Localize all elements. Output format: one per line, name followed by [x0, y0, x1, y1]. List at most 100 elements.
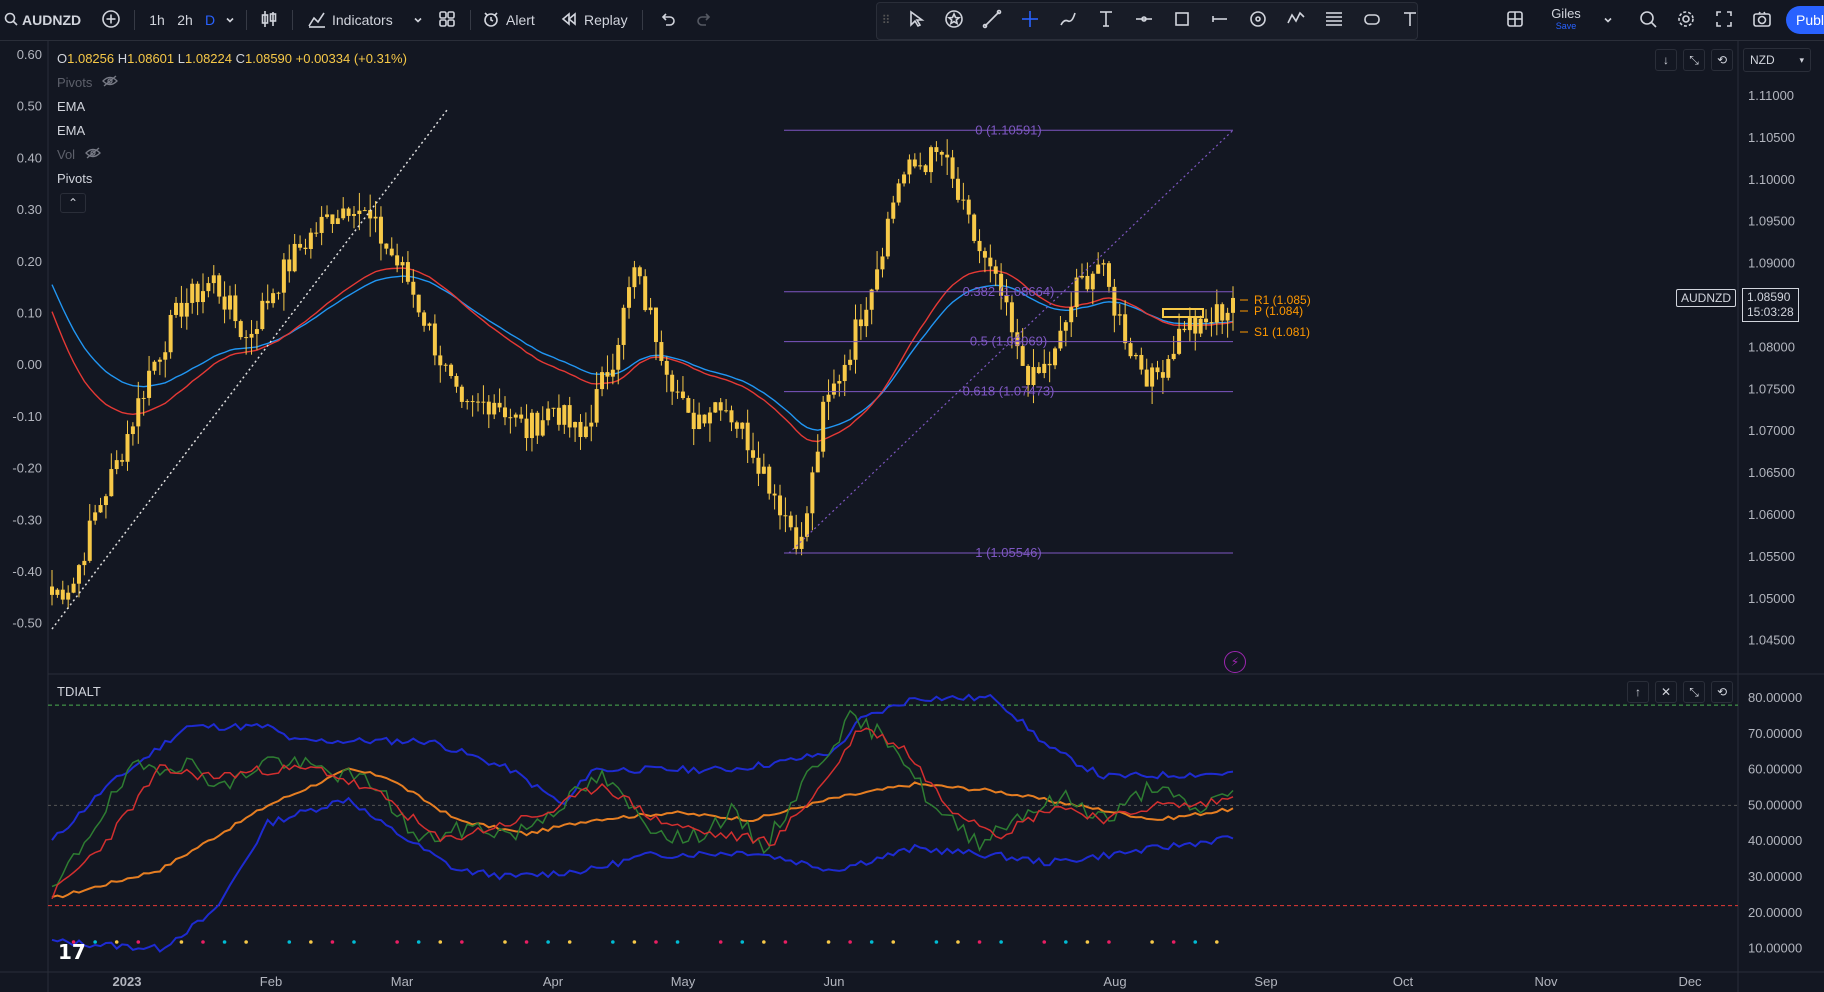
candle-body: [157, 359, 162, 362]
pane-down-button[interactable]: ↓: [1655, 49, 1677, 71]
interval-2h[interactable]: 2h: [172, 0, 198, 40]
interval-label: D: [204, 12, 216, 28]
indicators-label: Indicators: [332, 12, 393, 28]
study-ema-2[interactable]: EMA: [57, 123, 85, 138]
eye-off-icon[interactable]: [84, 147, 101, 162]
redo-button[interactable]: [692, 0, 718, 40]
signal-dot: [136, 940, 141, 944]
interval-d[interactable]: D: [200, 0, 220, 40]
candle-body: [378, 216, 383, 244]
candle-body: [675, 391, 680, 393]
oscillator-up-button[interactable]: ↑: [1627, 681, 1649, 703]
collapse-legend-button[interactable]: ⌃: [60, 193, 86, 213]
chart-type-button[interactable]: [256, 0, 282, 40]
oscillator-reset-button[interactable]: ⟲: [1711, 681, 1733, 703]
publish-label: Publ: [1796, 12, 1824, 28]
crosshair-tool[interactable]: [1016, 0, 1044, 40]
candle-body: [869, 289, 874, 310]
left-axis-label: 0.20: [17, 254, 42, 269]
candle-body: [1117, 314, 1122, 316]
rewind-icon: [560, 10, 578, 31]
candle-body: [190, 283, 195, 303]
candle-body: [244, 337, 249, 339]
currency-select[interactable]: NZD ▾: [1743, 48, 1811, 72]
chevron-down-icon: ▾: [1799, 54, 1804, 65]
candle-body: [955, 178, 960, 200]
rectangle-tool[interactable]: [1168, 0, 1196, 40]
pane-reset-button[interactable]: ⟲: [1711, 49, 1733, 71]
star-circle-icon: [944, 9, 964, 32]
favorite-tool[interactable]: [940, 0, 968, 40]
interval-1h[interactable]: 1h: [144, 0, 170, 40]
replay-button[interactable]: Replay: [560, 0, 636, 40]
change-value: +0.00334 (+0.31%): [295, 51, 407, 66]
layout-grid-icon: [1505, 9, 1525, 32]
settings-button[interactable]: [1672, 0, 1700, 40]
candle-body: [405, 262, 410, 282]
study-ema-1[interactable]: EMA: [57, 99, 85, 114]
eye-off-icon[interactable]: [102, 75, 118, 90]
snapshot-button[interactable]: [1748, 0, 1776, 40]
candles: [50, 139, 1235, 610]
candle-body: [308, 232, 313, 249]
candle-body: [168, 314, 173, 353]
alert-button[interactable]: Alert: [482, 0, 546, 40]
study-pivots-hidden[interactable]: Pivots: [57, 75, 118, 90]
study-pivots[interactable]: Pivots: [57, 171, 92, 186]
candle-body: [697, 414, 702, 430]
fib-tool[interactable]: [1320, 0, 1348, 40]
pattern-tool[interactable]: [1282, 0, 1310, 40]
candle-body: [740, 422, 745, 429]
candle-body: [508, 417, 513, 419]
drag-handle[interactable]: ⠿: [878, 0, 894, 40]
brush-tool[interactable]: [1054, 0, 1082, 40]
pane-maximize-button[interactable]: ⤡: [1683, 49, 1705, 71]
candle-body: [972, 214, 977, 241]
indicators-dropdown[interactable]: [410, 0, 426, 40]
chevron-up-icon: ⌃: [67, 196, 79, 210]
signal-dot: [632, 940, 637, 944]
layout-name[interactable]: Giles Save: [1546, 0, 1586, 40]
interval-dropdown[interactable]: [222, 0, 238, 40]
candle-body: [1198, 318, 1203, 334]
undo-button[interactable]: [654, 0, 680, 40]
layout-dropdown[interactable]: [1600, 0, 1616, 40]
horizontal-line-tool[interactable]: [1206, 0, 1234, 40]
candle-body: [147, 370, 152, 398]
measure-tool[interactable]: [1130, 0, 1158, 40]
chart-canvas[interactable]: 1.11000 1.10500 1.10000 1.09500 1.09000 1.085…: [0, 41, 1824, 992]
signal-dot: [740, 940, 745, 944]
candle-body: [772, 493, 777, 496]
symbol-tag-label: AUDNZD: [1681, 291, 1731, 305]
annotation-tool[interactable]: [1396, 0, 1424, 40]
templates-button[interactable]: [434, 0, 460, 40]
quick-search-button[interactable]: [1634, 0, 1662, 40]
fib-level-label: 0.618 (1.07473): [963, 384, 1055, 399]
candle-body: [438, 355, 443, 366]
candle-body: [513, 414, 518, 418]
study-name: EMA: [57, 123, 86, 138]
oscillator-close-button[interactable]: ✕: [1655, 681, 1677, 703]
layout-button[interactable]: [1500, 0, 1530, 40]
trendline-tool[interactable]: [978, 0, 1006, 40]
signal-dot: [114, 940, 119, 944]
cursor-tool[interactable]: [902, 0, 930, 40]
signal-dot: [201, 940, 205, 944]
oscillator-maximize-button[interactable]: ⤡: [1683, 681, 1705, 703]
candle-body: [1096, 264, 1101, 274]
circle-tool[interactable]: [1244, 0, 1272, 40]
candle-body: [643, 276, 648, 311]
publish-button[interactable]: Publ: [1786, 6, 1824, 34]
compare-add-button[interactable]: [98, 0, 124, 40]
text-tool[interactable]: [1092, 0, 1120, 40]
price-axis-label: 1.05000: [1748, 591, 1795, 606]
time-axis-label: Nov: [1534, 974, 1558, 989]
price-axis-label: 1.10500: [1748, 130, 1795, 145]
eraser-tool[interactable]: [1358, 0, 1386, 40]
indicators-button[interactable]: Indicators: [308, 0, 418, 40]
fullscreen-button[interactable]: [1710, 0, 1738, 40]
lightning-icon[interactable]: ⚡: [1224, 651, 1246, 673]
symbol-search[interactable]: AUDNZD: [4, 0, 88, 40]
candle-body: [1123, 314, 1128, 344]
study-vol-hidden[interactable]: Vol: [57, 147, 101, 162]
